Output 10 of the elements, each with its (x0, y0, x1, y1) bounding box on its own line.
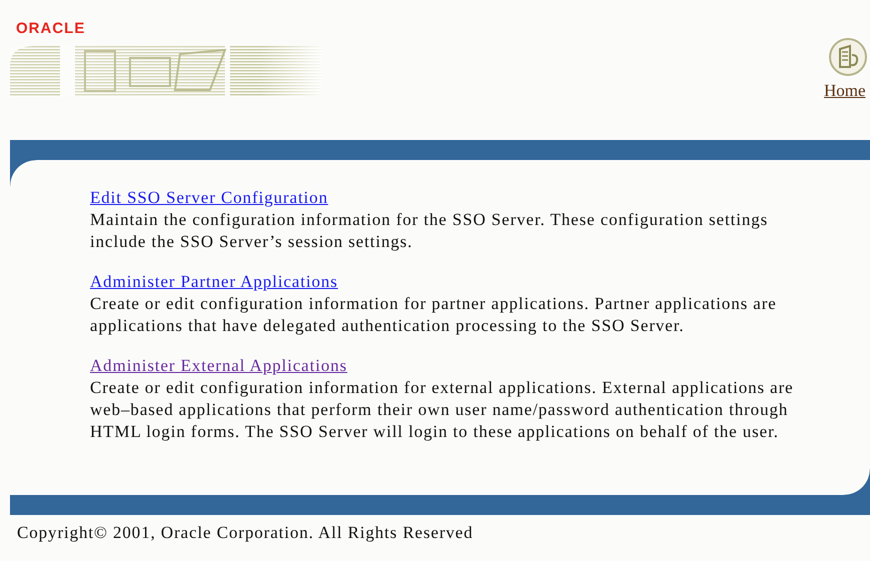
link-description: Create or edit configuration information for partner applications. Partner applications are applications that have delegated authentication processing to the SSO Server. (90, 293, 778, 337)
admin-link[interactable]: Edit SSO Server Configuration (90, 187, 328, 209)
copyright-text: Copyright© 2001, Oracle Corporation. All Rights Reserved (16, 522, 474, 543)
oracle-logo: ORACLE (16, 20, 86, 38)
building-icon[interactable] (828, 37, 868, 77)
admin-link[interactable]: Administer External Applications (90, 355, 348, 377)
link-description: Create or edit configuration information for external applications. External applications are web–based applications that perform their own user name/password authentication through HTML login forms. The SSO Server will login to these applications on behalf of the user. (90, 377, 794, 443)
admin-link[interactable]: Administer Partner Applications (90, 271, 338, 293)
link-description: Maintain the configuration information for the SSO Server. These configuration settings include the SSO Server’s session settings. (90, 209, 770, 253)
home-link[interactable]: Home (824, 81, 866, 101)
